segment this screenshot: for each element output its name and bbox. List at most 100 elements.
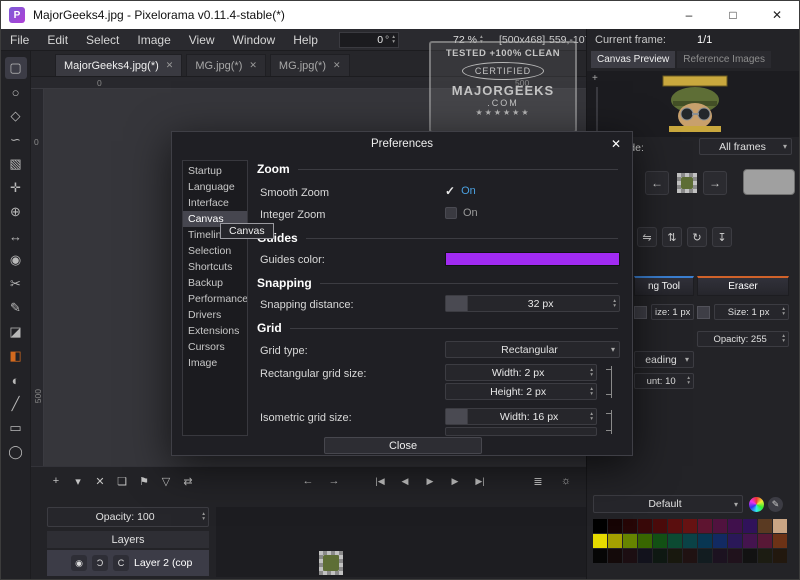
palette-swatch[interactable] xyxy=(593,549,607,563)
palette-swatch[interactable] xyxy=(758,549,772,563)
stepper-spin[interactable]: ▴ ▾ xyxy=(590,387,593,397)
left-tool-size-stepper[interactable]: ize: 1 px xyxy=(651,304,694,320)
dialog-close-icon[interactable]: ✕ xyxy=(608,136,624,152)
remove-frame-button[interactable]: ✕ xyxy=(91,471,109,491)
stepper-spin[interactable]: ▴ ▾ xyxy=(782,334,785,344)
palette-swatch[interactable] xyxy=(743,549,757,563)
palette-swatch[interactable] xyxy=(653,519,667,533)
grid-type-dropdown[interactable]: Rectangular ▾ xyxy=(445,341,620,358)
move-tool[interactable]: ✛ xyxy=(5,177,27,199)
stepper-spin[interactable]: ▴ ▾ xyxy=(202,512,205,522)
import-icon[interactable]: ↧ xyxy=(712,227,732,247)
document-tab[interactable]: MG.jpg(*)✕ xyxy=(270,54,350,76)
pref-item-interface[interactable]: Interface xyxy=(183,195,247,211)
pan-tool[interactable]: ↔ xyxy=(5,225,27,247)
vertical-ruler[interactable]: 0 500 xyxy=(31,89,44,466)
bucket-tool[interactable]: ◧ xyxy=(5,345,27,367)
swap-frames-button[interactable]: ⇄ xyxy=(179,471,197,491)
document-tab[interactable]: MajorGeeks4.jpg(*)✕ xyxy=(55,54,182,76)
preview-zoom-slider[interactable] xyxy=(596,87,598,131)
palette-swatch[interactable] xyxy=(653,549,667,563)
left-brush-swatch[interactable] xyxy=(634,306,647,319)
palette-dropdown[interactable]: Default ▾ xyxy=(593,495,743,513)
layer-row[interactable]: ◉ Ɔ C Layer 2 (cop xyxy=(47,550,209,576)
palette-swatch[interactable] xyxy=(623,549,637,563)
clone-frame-button[interactable]: ❏ xyxy=(113,471,131,491)
palette-swatch[interactable] xyxy=(728,519,742,533)
integer-zoom-control[interactable]: On xyxy=(445,207,478,219)
spin-down-icon[interactable]: ▾ xyxy=(613,304,616,309)
palette-swatch[interactable] xyxy=(713,549,727,563)
spin-down-icon[interactable]: ▾ xyxy=(590,392,593,397)
grid-height-stepper[interactable]: Height: 2 px ▴ ▾ xyxy=(445,383,597,400)
shading-mode-dropdown[interactable]: eading ▾ xyxy=(634,351,694,368)
first-frame-button[interactable]: |◀ xyxy=(371,471,389,491)
flip-horizontal-icon[interactable]: ⇋ xyxy=(637,227,657,247)
palette-swatch[interactable] xyxy=(623,534,637,548)
paint-select-tool[interactable]: ▧ xyxy=(5,153,27,175)
palette-swatch[interactable] xyxy=(743,519,757,533)
document-tab[interactable]: MG.jpg(*)✕ xyxy=(186,54,266,76)
menu-image[interactable]: Image xyxy=(128,33,179,47)
palette-swatch[interactable] xyxy=(698,549,712,563)
palette-swatch[interactable] xyxy=(698,519,712,533)
palette-swatch[interactable] xyxy=(773,549,787,563)
guides-color-swatch[interactable] xyxy=(445,252,620,266)
menu-file[interactable]: File xyxy=(1,33,38,47)
flip-vertical-icon[interactable]: ⇅ xyxy=(662,227,682,247)
palette-swatch[interactable] xyxy=(758,519,772,533)
rotate-icon[interactable]: ↻ xyxy=(687,227,707,247)
previous-frame-arrow-button[interactable]: ← xyxy=(645,171,669,195)
menu-view[interactable]: View xyxy=(180,33,224,47)
spin-down-icon[interactable]: ▾ xyxy=(687,381,690,386)
maximize-icon[interactable]: □ xyxy=(711,1,755,29)
link-values-icon[interactable] xyxy=(604,366,612,398)
spin-down-icon[interactable]: ▾ xyxy=(782,339,785,344)
pref-item-extensions[interactable]: Extensions xyxy=(183,323,247,339)
pref-item-shortcuts[interactable]: Shortcuts xyxy=(183,259,247,275)
polygon-select-tool[interactable]: ◇ xyxy=(5,105,27,127)
next-frame-arrow-button[interactable]: → xyxy=(703,171,727,195)
slider-grip[interactable] xyxy=(446,296,468,311)
palette-swatch[interactable] xyxy=(593,534,607,548)
smooth-zoom-control[interactable]: ✓ On xyxy=(445,184,476,198)
stepper-spin[interactable]: ▴ ▾ xyxy=(590,368,593,378)
pref-item-backup[interactable]: Backup xyxy=(183,275,247,291)
snapping-distance-stepper[interactable]: 32 px ▴ ▾ xyxy=(445,295,620,312)
stepper-spin[interactable]: ▴ ▾ xyxy=(687,376,690,386)
secondary-color-swatch[interactable] xyxy=(743,169,795,195)
pref-item-performance[interactable]: Performance xyxy=(183,291,247,307)
grid-width-stepper[interactable]: Width: 2 px ▴ ▾ xyxy=(445,364,597,381)
onion-skin-settings-icon[interactable]: ≣ xyxy=(529,471,547,491)
checkbox-checked-icon[interactable]: ✓ xyxy=(445,184,455,198)
tab-close-icon[interactable]: ✕ xyxy=(249,60,257,71)
frame-thumbnail[interactable] xyxy=(677,173,697,193)
close-icon[interactable]: ✕ xyxy=(755,1,799,29)
pref-item-cursors[interactable]: Cursors xyxy=(183,339,247,355)
spin-down-icon[interactable]: ▾ xyxy=(590,373,593,378)
menu-help[interactable]: Help xyxy=(284,33,327,47)
palette-swatch[interactable] xyxy=(758,534,772,548)
pref-item-selection[interactable]: Selection xyxy=(183,243,247,259)
palette-swatch[interactable] xyxy=(683,519,697,533)
play-forward-button[interactable]: ▶ xyxy=(446,471,464,491)
link-values-icon[interactable] xyxy=(604,410,612,434)
rotation-spin[interactable]: ▴ ▾ xyxy=(392,35,395,45)
eraser-size-stepper[interactable]: Size: 1 px ▴ ▾ xyxy=(714,304,789,320)
color-wheel-icon[interactable] xyxy=(749,497,764,512)
tag-frame-button[interactable]: ⚑ xyxy=(135,471,153,491)
spin-down-icon[interactable]: ▾ xyxy=(590,417,593,422)
palette-swatch[interactable] xyxy=(593,519,607,533)
animation-mode-dropdown[interactable]: All frames ▾ xyxy=(699,138,792,155)
palette-swatch[interactable] xyxy=(653,534,667,548)
pencil-tool[interactable]: ✎ xyxy=(5,297,27,319)
tab-canvas-preview[interactable]: Canvas Preview xyxy=(591,51,675,68)
shading-amount-stepper[interactable]: unt: 10 ▴ ▾ xyxy=(634,373,694,389)
frame-cel-thumbnail[interactable] xyxy=(319,551,343,575)
layer-lock-icon[interactable]: Ɔ xyxy=(92,555,108,571)
tab-reference-images[interactable]: Reference Images xyxy=(677,51,771,68)
move-frame-right-button[interactable]: → xyxy=(325,471,343,491)
crop-tool[interactable]: ✂ xyxy=(5,273,27,295)
color-picker-tool[interactable]: ◉ xyxy=(5,249,27,271)
iso-width-stepper[interactable]: Width: 16 px ▴ ▾ xyxy=(445,408,597,425)
